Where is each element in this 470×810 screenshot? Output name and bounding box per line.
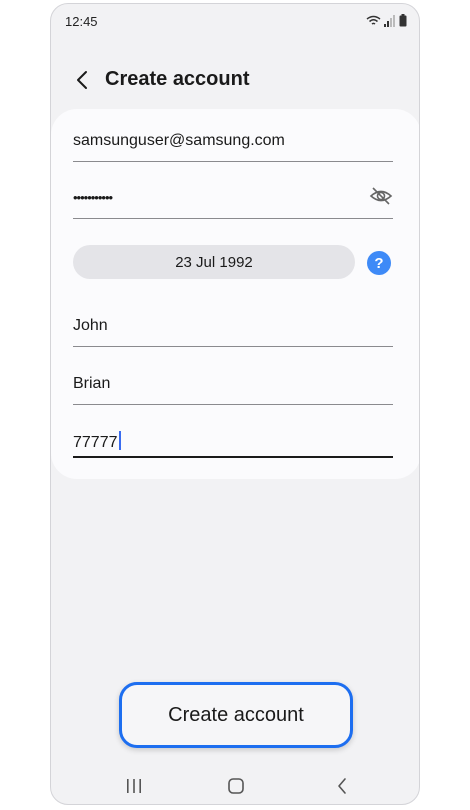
home-icon: [228, 778, 244, 794]
birth-date-button[interactable]: 23 Jul 1992: [73, 245, 355, 279]
text-cursor: [118, 431, 121, 450]
chevron-left-icon: [77, 71, 87, 89]
home-button[interactable]: [221, 772, 251, 800]
status-time: 12:45: [65, 14, 98, 29]
email-field[interactable]: samsunguser@samsung.com: [73, 109, 393, 164]
signal-icon: [384, 14, 395, 27]
back-icon: [338, 778, 346, 794]
first-name-underline: [73, 346, 393, 347]
password-value: •••••••••••: [73, 190, 113, 205]
back-button[interactable]: [69, 66, 95, 94]
recents-icon: [127, 779, 141, 793]
status-bar: 12:45: [51, 4, 419, 40]
last-name-underline: [73, 404, 393, 405]
first-name-value: John: [73, 317, 108, 334]
create-account-button[interactable]: Create account: [119, 682, 353, 748]
page-title: Create account: [105, 68, 250, 90]
form-card: samsunguser@samsung.com ••••••••••• 23 J…: [51, 109, 419, 479]
battery-icon: [399, 14, 407, 27]
email-value: samsunguser@samsung.com: [73, 132, 285, 149]
last-name-value: Brian: [73, 375, 111, 392]
toggle-password-visibility-button[interactable]: [369, 186, 395, 208]
email-underline: [73, 161, 393, 162]
first-name-field[interactable]: John: [73, 294, 393, 349]
postal-code-value: 77777: [73, 431, 121, 452]
password-underline: [73, 218, 393, 219]
help-icon[interactable]: ?: [367, 251, 391, 275]
eye-off-icon: [369, 187, 393, 205]
phone-screen: 12:45 Create account samsunguser@samsung…: [50, 3, 420, 805]
navigation-bar: [51, 766, 419, 804]
postal-code-text: 77777: [73, 434, 118, 451]
last-name-field[interactable]: Brian: [73, 349, 393, 405]
back-nav-button[interactable]: [327, 772, 357, 800]
password-field[interactable]: •••••••••••: [73, 164, 393, 224]
wifi-icon: [366, 15, 381, 25]
header: Create account: [51, 60, 419, 100]
recents-button[interactable]: [119, 772, 149, 800]
status-icons: [366, 14, 407, 27]
postal-code-field[interactable]: 77777: [73, 409, 393, 464]
postal-code-underline: [73, 456, 393, 458]
